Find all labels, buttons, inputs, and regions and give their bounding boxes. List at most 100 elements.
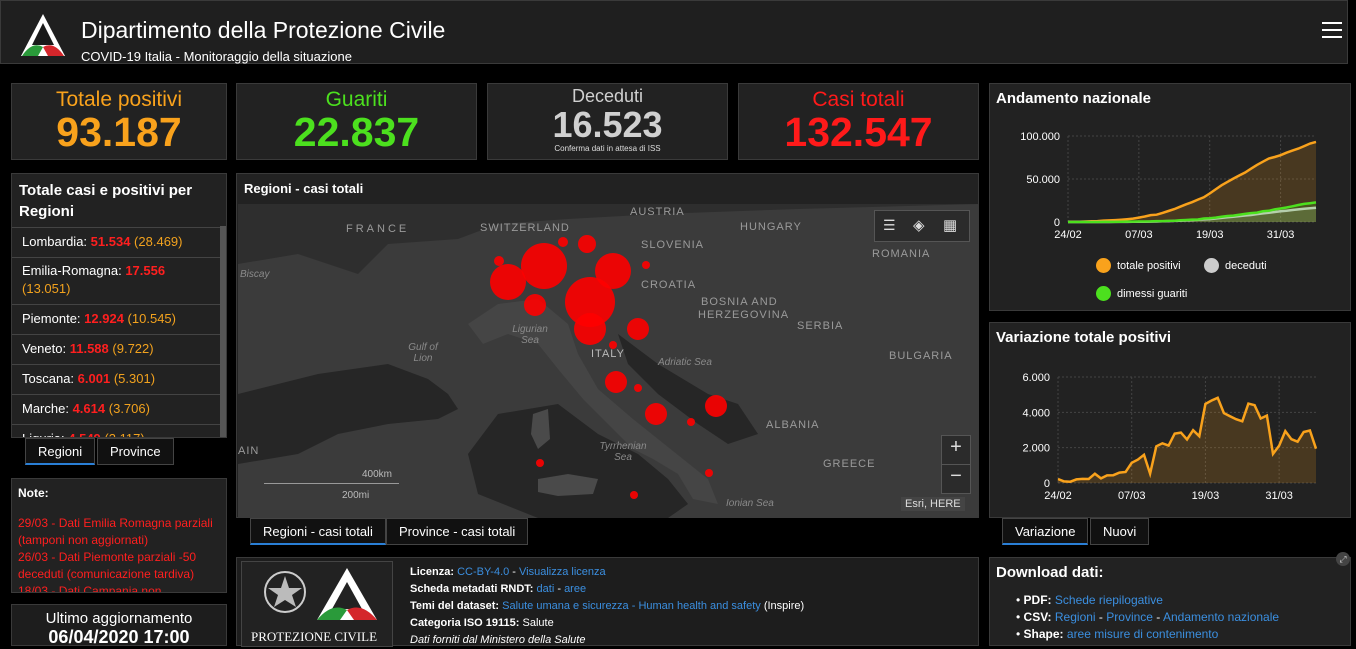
licenza-link[interactable]: CC-BY-4.0 (457, 566, 509, 578)
layers-icon[interactable]: ◈ (913, 216, 925, 234)
x-tick-label: 19/03 (1192, 490, 1220, 502)
tab-province-casi-totali[interactable]: Province - casi totali (386, 518, 529, 545)
region-bubble[interactable] (705, 395, 727, 417)
pdf-link[interactable]: Schede riepilogative (1055, 593, 1163, 607)
region-positive: (3.117) (104, 431, 144, 437)
region-bubble[interactable] (705, 469, 713, 477)
zoom-in-button[interactable]: + (941, 435, 971, 465)
region-total: 4.614 (72, 401, 106, 416)
csv-regioni-link[interactable]: Regioni (1055, 610, 1096, 624)
region-bubble[interactable] (687, 418, 695, 426)
page-subtitle: COVID-19 Italia - Monitoraggio della sit… (81, 49, 352, 64)
region-bubble[interactable] (605, 371, 627, 393)
region-bubble[interactable] (524, 294, 546, 316)
region-positive: (13.051) (22, 281, 71, 296)
chart-andamento-nazionale: Andamento nazionale 100.000 50.000 0 24/02 0… (989, 83, 1351, 311)
note-line: 26/03 - Dati Piemonte parziali -50 deced… (18, 550, 197, 581)
legend-item[interactable]: dimessi guariti (1096, 286, 1187, 301)
chart-variazione-totale-positivi: Variazione totale positivi 6.000 4.000 2.0… (989, 322, 1351, 518)
shape-label: Shape: (1023, 627, 1067, 641)
region-total: 51.534 (90, 234, 131, 249)
download-pdf: • PDF: Schede riepilogative (1016, 593, 1163, 607)
y-tick-label: 4.000 (1022, 407, 1050, 419)
separator: - (1095, 610, 1107, 624)
y-tick-label: 2.000 (1022, 443, 1050, 455)
map-view[interactable]: FRANCE SWITZERLAND AUSTRIA HUNGARY SLOVE… (238, 204, 979, 518)
x-tick-label: 19/03 (1196, 229, 1224, 241)
temi-link[interactable]: Salute umana e sicurezza - Human health … (502, 600, 761, 612)
stat-totale-positivi: Totale positivi 93.187 (11, 83, 227, 160)
expand-icon[interactable]: ⤢ (1336, 552, 1350, 566)
stat-deceduti: Deceduti 16.523 Conferma dati in attesa … (487, 83, 728, 160)
map-attribution[interactable]: Esri, HERE (901, 497, 965, 511)
legend-list-icon[interactable]: ☰ (883, 217, 896, 234)
stat-value: 132.547 (784, 109, 933, 155)
y-tick-label: 100.000 (1020, 131, 1060, 143)
scrollbar[interactable] (220, 226, 226, 437)
region-row[interactable]: Lombardia: 51.534 (28.469) (12, 227, 226, 257)
data-source: Dati forniti dal Ministero della Salute (410, 634, 586, 646)
basemap-gallery-icon[interactable]: ▦ (943, 216, 957, 234)
region-bubble[interactable] (578, 235, 596, 253)
csv-province-link[interactable]: Province (1106, 610, 1153, 624)
region-bubble[interactable] (494, 256, 504, 266)
rndt-dati-link[interactable]: dati (537, 583, 555, 595)
region-list-panel: Totale casi e positivi per Regioni Lomba… (11, 173, 227, 438)
region-bubble[interactable] (642, 261, 650, 269)
region-total: 11.588 (69, 341, 109, 356)
legend-item[interactable]: deceduti (1204, 258, 1267, 273)
region-row[interactable]: Piemonte: 12.924 (10.545) (12, 304, 226, 334)
region-bubble[interactable] (536, 459, 544, 467)
region-row[interactable]: Emilia-Romagna: 17.556 (13.051) (12, 257, 226, 304)
tab-regioni[interactable]: Regioni (25, 438, 96, 465)
app-header: Dipartimento della Protezione Civile COV… (0, 0, 1348, 64)
separator: - (509, 566, 520, 578)
region-row[interactable]: Liguria: 4.549 (3.117) (12, 424, 226, 437)
last-update-panel: Ultimo aggiornamento 06/04/2020 17:00 (11, 604, 227, 647)
shape-link[interactable]: aree misure di contenimento (1067, 627, 1218, 641)
download-title: Download dati: (996, 564, 1104, 581)
x-tick-label: 24/02 (1044, 490, 1072, 502)
region-bubble[interactable] (490, 264, 526, 300)
map-title: Regioni - casi totali (244, 181, 364, 196)
region-bubble[interactable] (627, 318, 649, 340)
stat-note: Conferma dati in attesa di ISS (554, 144, 661, 153)
tab-nuovi[interactable]: Nuovi (1090, 518, 1150, 545)
region-positive: (10.545) (127, 311, 176, 326)
region-bubble[interactable] (609, 341, 617, 349)
map-toolbar: ☰ ◈ ▦ (874, 210, 970, 242)
region-bubble[interactable] (595, 253, 631, 289)
notes-heading: Note: (18, 486, 49, 500)
region-row[interactable]: Veneto: 11.588 (9.722) (12, 334, 226, 364)
stat-casi-totali: Casi totali 132.547 (738, 83, 979, 160)
csv-label: CSV: (1023, 610, 1055, 624)
region-bubble[interactable] (558, 237, 568, 247)
zoom-out-button[interactable]: − (941, 464, 971, 494)
region-row[interactable]: Toscana: 6.001 (5.301) (12, 364, 226, 394)
tab-regioni-casi-totali[interactable]: Regioni - casi totali (250, 518, 386, 545)
region-positive: (5.301) (113, 371, 156, 386)
visualizza-licenza-link[interactable]: Visualizza licenza (519, 566, 606, 578)
temi-tail: (Inspire) (760, 600, 805, 612)
region-bubble[interactable] (574, 313, 606, 345)
legend-label: dimessi guariti (1117, 287, 1188, 300)
region-row[interactable]: Marche: 4.614 (3.706) (12, 394, 226, 424)
emblem-logos (264, 568, 377, 620)
separator: - (1152, 610, 1163, 624)
csv-andamento-link[interactable]: Andamento nazionale (1163, 610, 1279, 624)
region-bubble[interactable] (634, 384, 642, 392)
tab-province[interactable]: Province (97, 438, 174, 465)
note-text: 29/03 - Dati Emilia Romagna parziali (ta… (12, 507, 226, 592)
region-positive: (9.722) (112, 341, 154, 356)
rndt-aree-link[interactable]: aree (564, 583, 586, 595)
region-bubble[interactable] (521, 243, 567, 289)
logo-box: PROTEZIONE CIVILE (241, 561, 393, 647)
scale-mi: 200mi (342, 490, 370, 501)
hamburger-menu-icon[interactable] (1322, 22, 1342, 39)
iso-label: Categoria ISO 19115: (410, 617, 523, 629)
tab-variazione[interactable]: Variazione (1002, 518, 1089, 545)
legend-item[interactable]: totale positivi (1096, 258, 1181, 273)
region-name: Lombardia: (22, 234, 91, 249)
region-bubble[interactable] (645, 403, 667, 425)
region-bubble[interactable] (630, 491, 638, 499)
